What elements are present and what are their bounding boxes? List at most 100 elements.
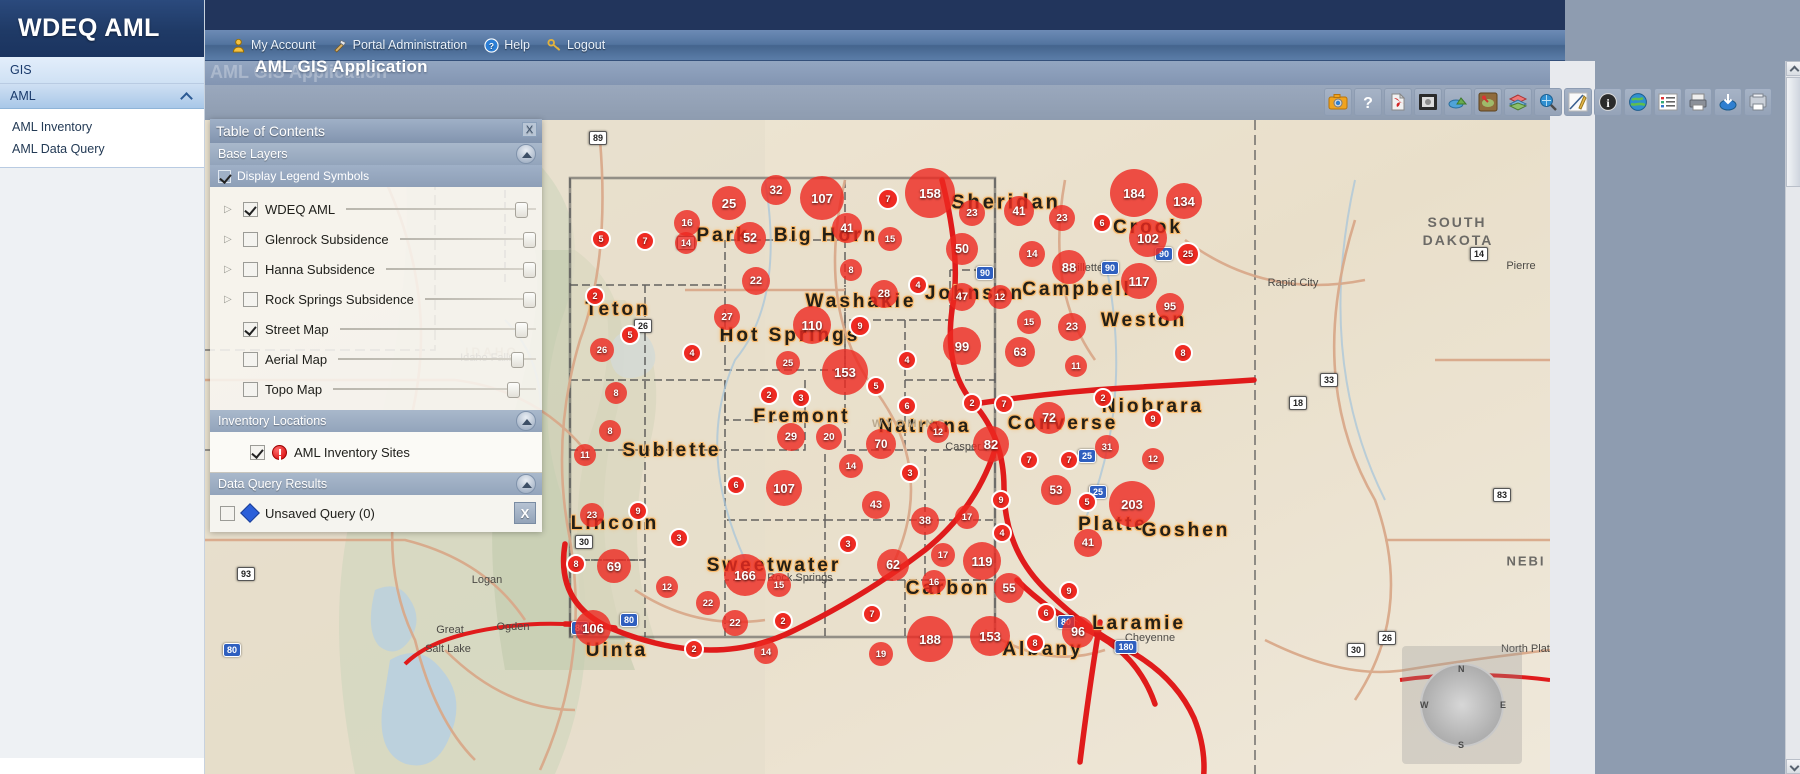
inventory-site-marker[interactable]: 4: [682, 343, 702, 363]
inventory-site-marker[interactable]: 12: [988, 285, 1012, 309]
inventory-site-marker[interactable]: 134: [1166, 183, 1202, 219]
inventory-site-marker[interactable]: 2: [684, 639, 704, 659]
inventory-site-marker[interactable]: 2: [759, 385, 779, 405]
layer-checkbox[interactable]: [243, 231, 258, 247]
inventory-site-marker[interactable]: 88: [1052, 250, 1086, 284]
inventory-site-marker[interactable]: 110: [793, 306, 831, 344]
inventory-site-marker[interactable]: 22: [742, 267, 770, 295]
opacity-slider[interactable]: [385, 261, 536, 278]
inventory-site-marker[interactable]: 107: [766, 470, 802, 506]
nav-help[interactable]: ? Help: [480, 37, 543, 53]
inventory-site-marker[interactable]: 4: [992, 523, 1012, 543]
chevron-up-icon[interactable]: [180, 89, 194, 103]
basemap-button[interactable]: [1624, 88, 1652, 116]
inventory-site-marker[interactable]: 8: [1025, 633, 1045, 653]
layer-row-topo-map[interactable]: Topo Map: [210, 374, 542, 404]
opacity-slider[interactable]: [424, 291, 536, 308]
layer-checkbox[interactable]: [243, 351, 258, 367]
inventory-site-marker[interactable]: 8: [605, 382, 627, 404]
remove-query-button[interactable]: X: [514, 502, 536, 524]
inventory-site-marker[interactable]: 22: [696, 591, 720, 615]
inventory-site-marker[interactable]: 117: [1121, 263, 1157, 299]
help-button[interactable]: ?: [1354, 88, 1382, 116]
inventory-site-marker[interactable]: 8: [599, 420, 621, 442]
inventory-site-marker[interactable]: 12: [1142, 448, 1164, 470]
inventory-site-marker[interactable]: 23: [1049, 205, 1075, 231]
inventory-site-marker[interactable]: 25: [776, 351, 800, 375]
inventory-site-marker[interactable]: 14: [839, 454, 863, 478]
inventory-site-marker[interactable]: 2: [585, 286, 605, 306]
list-item[interactable]: AML Inventory Sites: [210, 440, 542, 464]
inventory-site-marker[interactable]: 70: [866, 429, 896, 459]
layer-checkbox[interactable]: [243, 201, 258, 217]
inventory-site-marker[interactable]: 7: [1059, 450, 1079, 470]
inventory-site-marker[interactable]: 5: [1077, 492, 1097, 512]
print-preview-button[interactable]: [1414, 88, 1442, 116]
inventory-site-marker[interactable]: 5: [591, 229, 611, 249]
opacity-slider[interactable]: [399, 231, 536, 248]
inventory-site-marker[interactable]: 62: [877, 549, 909, 581]
layer-checkbox[interactable]: [243, 381, 258, 397]
layer-row-aerial-map[interactable]: Aerial Map: [210, 344, 542, 374]
inventory-site-marker[interactable]: 107: [800, 176, 844, 220]
inventory-site-marker[interactable]: 22: [722, 610, 748, 636]
inventory-site-marker[interactable]: 166: [724, 554, 766, 596]
slider-knob[interactable]: [511, 352, 525, 368]
inventory-site-marker[interactable]: 3: [900, 463, 920, 483]
inventory-site-marker[interactable]: 8: [566, 554, 586, 574]
inventory-site-marker[interactable]: 19: [869, 642, 893, 666]
download-button[interactable]: [1714, 88, 1742, 116]
inventory-site-marker[interactable]: 5: [620, 325, 640, 345]
inventory-site-marker[interactable]: 99: [943, 327, 981, 365]
inventory-site-marker[interactable]: 3: [669, 528, 689, 548]
inventory-site-marker[interactable]: 69: [597, 549, 631, 583]
inventory-site-marker[interactable]: 28: [870, 280, 898, 308]
inventory-site-marker[interactable]: 53: [1041, 475, 1071, 505]
inventory-site-marker[interactable]: 158: [905, 168, 955, 218]
inventory-site-marker[interactable]: 12: [656, 576, 678, 598]
inventory-site-marker[interactable]: 7: [862, 604, 882, 624]
inventory-site-marker[interactable]: 27: [714, 304, 740, 330]
inventory-site-marker[interactable]: 95: [1156, 293, 1184, 321]
inventory-site-marker[interactable]: 20: [816, 424, 842, 450]
aml-inventory-sites-checkbox[interactable]: [250, 444, 265, 460]
opacity-slider[interactable]: [333, 381, 536, 398]
layer-checkbox[interactable]: [243, 291, 258, 307]
inventory-site-marker[interactable]: 15: [767, 573, 791, 597]
inventory-site-marker[interactable]: 11: [574, 444, 596, 466]
inventory-site-marker[interactable]: 6: [1092, 213, 1112, 233]
inventory-site-marker[interactable]: 55: [994, 573, 1024, 603]
layer-checkbox[interactable]: [243, 321, 258, 337]
opacity-slider[interactable]: [339, 321, 536, 338]
export-button[interactable]: [1744, 88, 1772, 116]
nav-logout[interactable]: Logout: [543, 38, 618, 53]
print-button[interactable]: [1684, 88, 1712, 116]
inventory-site-marker[interactable]: 2: [962, 393, 982, 413]
layer-row-glenrock-subsidence[interactable]: ▷ Glenrock Subsidence: [210, 224, 542, 254]
slider-knob[interactable]: [523, 232, 536, 248]
draw-button[interactable]: [1564, 88, 1592, 116]
layer-row-hanna-subsidence[interactable]: ▷ Hanna Subsidence: [210, 254, 542, 284]
legend-button[interactable]: [1654, 88, 1682, 116]
expand-triangle-icon[interactable]: ▷: [224, 234, 236, 245]
data-query-results-collapse-icon[interactable]: [516, 474, 536, 494]
inventory-site-marker[interactable]: 102: [1129, 219, 1167, 257]
zoom-button[interactable]: [1534, 88, 1562, 116]
inventory-site-marker[interactable]: 8: [840, 259, 862, 281]
inventory-site-marker[interactable]: 9: [628, 501, 648, 521]
inventory-site-marker[interactable]: 41: [1004, 196, 1034, 226]
inventory-site-marker[interactable]: 14: [754, 640, 778, 664]
inventory-site-marker[interactable]: 4: [908, 275, 928, 295]
layer-checkbox[interactable]: [243, 261, 258, 277]
expand-triangle-icon[interactable]: ▷: [224, 264, 236, 275]
inventory-site-marker[interactable]: 29: [777, 423, 805, 451]
inventory-site-marker[interactable]: 23: [580, 503, 604, 527]
identify-button[interactable]: i: [1594, 88, 1622, 116]
display-legend-symbols-row[interactable]: Display Legend Symbols: [210, 165, 542, 187]
inventory-site-marker[interactable]: 6: [897, 396, 917, 416]
opacity-slider[interactable]: [346, 201, 536, 218]
inventory-site-marker[interactable]: 153: [970, 616, 1010, 656]
inventory-site-marker[interactable]: 41: [832, 213, 862, 243]
inventory-site-marker[interactable]: 12: [927, 421, 949, 443]
inventory-site-marker[interactable]: 43: [862, 491, 890, 519]
